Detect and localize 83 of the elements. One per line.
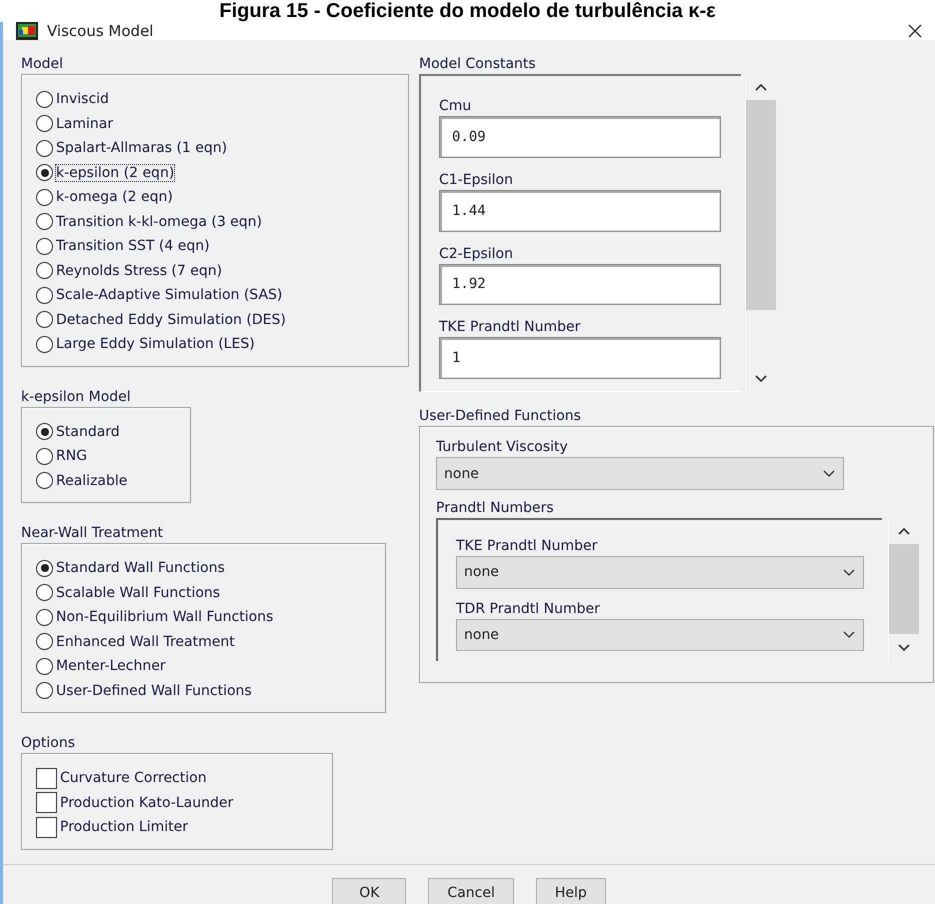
option-label[interactable]: Standard Wall Functions bbox=[56, 560, 225, 576]
scroll-down-icon[interactable] bbox=[898, 644, 910, 652]
radio-button[interactable] bbox=[36, 584, 53, 602]
radio-button[interactable] bbox=[36, 560, 53, 577]
option-label[interactable]: Curvature Correction bbox=[60, 770, 207, 786]
radio-button[interactable] bbox=[36, 188, 53, 206]
radio-button[interactable] bbox=[36, 336, 53, 353]
option-label[interactable]: k-epsilon (2 eqn) bbox=[56, 164, 174, 181]
radio-button[interactable] bbox=[36, 472, 53, 490]
field-label: Cmu bbox=[439, 97, 472, 116]
caret-icon bbox=[843, 568, 855, 577]
group-label: Options bbox=[21, 734, 76, 753]
radio-button[interactable] bbox=[36, 90, 53, 108]
checkbox[interactable] bbox=[36, 792, 57, 814]
group-label: k-epsilon Model bbox=[21, 388, 132, 406]
radio-button[interactable] bbox=[36, 682, 53, 700]
option-label[interactable]: Transition k-kl-omega (3 eqn) bbox=[56, 214, 262, 230]
scrollbar-thumb[interactable] bbox=[889, 544, 919, 634]
radio-button[interactable] bbox=[36, 633, 53, 650]
radio-button[interactable] bbox=[36, 262, 53, 280]
dropdown[interactable]: none bbox=[456, 618, 864, 651]
scroll-down-icon[interactable] bbox=[755, 375, 767, 383]
radio-button[interactable] bbox=[36, 608, 53, 626]
option-label[interactable]: User-Defined Wall Functions bbox=[56, 682, 252, 699]
radio-button[interactable] bbox=[36, 286, 53, 304]
field-label: C1-Epsilon bbox=[439, 170, 514, 190]
radio-button[interactable] bbox=[36, 140, 53, 157]
option-label[interactable]: Production Limiter bbox=[60, 819, 188, 836]
radio-button[interactable] bbox=[36, 311, 53, 328]
option-label[interactable]: Menter-Lechner bbox=[56, 658, 166, 674]
group-label: Near-Wall Treatment bbox=[21, 524, 164, 543]
option-label[interactable]: Scale-Adaptive Simulation (SAS) bbox=[56, 287, 282, 304]
window-title: Viscous Model bbox=[47, 22, 154, 40]
close-icon[interactable] bbox=[907, 23, 923, 39]
input-field[interactable]: 1.44 bbox=[439, 190, 721, 232]
group-label: Model bbox=[21, 55, 64, 74]
input-field[interactable]: 0.09 bbox=[439, 116, 721, 158]
input-field[interactable]: 1 bbox=[439, 337, 721, 379]
option-label[interactable]: Standard bbox=[56, 424, 120, 440]
option-label[interactable]: Non-Equilibrium Wall Functions bbox=[56, 609, 274, 626]
field-label: C2-Epsilon bbox=[439, 244, 514, 264]
field-label: TKE Prandtl Number bbox=[439, 318, 582, 338]
dialog-button[interactable]: OK bbox=[332, 878, 406, 904]
option-label[interactable]: RNG bbox=[56, 448, 88, 464]
option-label[interactable]: Transition SST (4 eqn) bbox=[56, 238, 210, 254]
scroll-up-icon[interactable] bbox=[755, 83, 767, 91]
radio-button[interactable] bbox=[36, 213, 53, 230]
checkbox[interactable] bbox=[36, 768, 57, 789]
dropdown[interactable]: none bbox=[456, 556, 864, 588]
radio-button[interactable] bbox=[36, 164, 53, 182]
radio-button[interactable] bbox=[36, 115, 53, 132]
group-label: Model Constants bbox=[419, 55, 537, 74]
field-label: Turbulent Viscosity bbox=[436, 438, 569, 457]
option-label[interactable]: Inviscid bbox=[56, 91, 109, 108]
caret-icon bbox=[843, 630, 855, 640]
option-label[interactable]: Scalable Wall Functions bbox=[56, 584, 220, 601]
option-label[interactable]: Large Eddy Simulation (LES) bbox=[56, 336, 255, 352]
option-label[interactable]: k-omega (2 eqn) bbox=[56, 189, 173, 206]
group-label: User-Defined Functions bbox=[419, 407, 582, 426]
radio-button[interactable] bbox=[36, 658, 53, 675]
input-field[interactable]: 1.92 bbox=[439, 264, 721, 306]
field-label: Prandtl Numbers bbox=[436, 499, 555, 518]
option-label[interactable]: Production Kato-Launder bbox=[60, 794, 234, 811]
checkbox[interactable] bbox=[36, 816, 57, 838]
field-label: TDR Prandtl Number bbox=[456, 600, 601, 618]
scroll-up-icon[interactable] bbox=[898, 527, 910, 535]
option-label[interactable]: Realizable bbox=[56, 472, 128, 489]
caret-icon bbox=[823, 469, 835, 478]
dialog-button[interactable]: Cancel bbox=[428, 878, 514, 904]
radio-button[interactable] bbox=[36, 423, 53, 440]
figure-caption: Figura 15 - Coeficiente do modelo de turbulência κ-ε bbox=[218, 0, 717, 22]
option-label[interactable]: Detached Eddy Simulation (DES) bbox=[56, 312, 286, 328]
radio-button[interactable] bbox=[36, 448, 53, 465]
option-label[interactable]: Laminar bbox=[56, 116, 114, 132]
option-label[interactable]: Enhanced Wall Treatment bbox=[56, 634, 235, 650]
option-label[interactable]: Spalart-Allmaras (1 eqn) bbox=[56, 140, 228, 156]
scrollbar-thumb[interactable] bbox=[746, 100, 776, 310]
field-label: TKE Prandtl Number bbox=[456, 537, 598, 556]
dropdown[interactable]: none bbox=[436, 457, 844, 490]
radio-button[interactable] bbox=[36, 238, 53, 255]
app-icon bbox=[16, 22, 38, 40]
option-label[interactable]: Reynolds Stress (7 eqn) bbox=[56, 262, 222, 279]
dialog-button[interactable]: Help bbox=[536, 878, 606, 904]
